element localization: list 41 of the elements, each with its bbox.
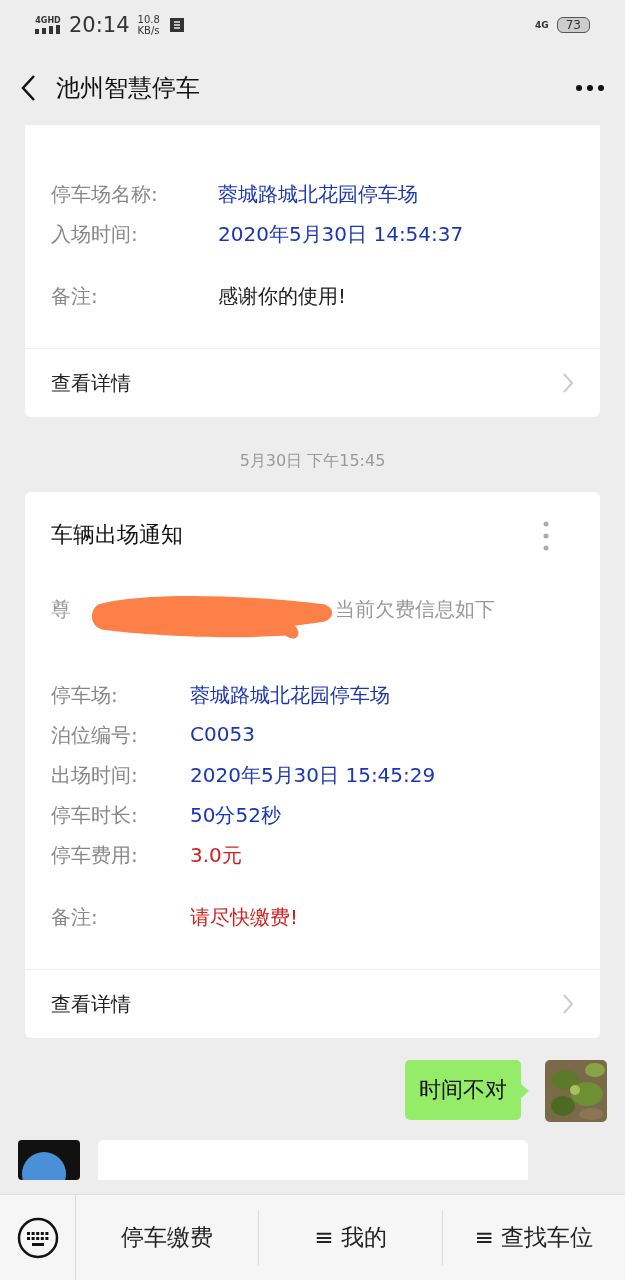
field-value: 2020年5月30日 14:54:37 [218, 221, 465, 248]
field-label: 停车时长: [51, 802, 139, 829]
signal-indicator: 4GHD [35, 16, 61, 34]
note-label: 备注: [51, 904, 99, 931]
details-link[interactable]: 查看详情 [25, 969, 600, 1038]
chevron-right-icon [562, 372, 574, 394]
bubble-tail [521, 1084, 529, 1098]
screenshot-icon [167, 16, 186, 34]
note-label: 备注: [51, 283, 99, 310]
network-type: 4G [535, 20, 549, 30]
menu-item[interactable]: ≡ 查找车位 [441, 1210, 625, 1265]
field-label: 泊位编号: [51, 722, 139, 749]
network-speed: 10.8 KB/s [137, 14, 160, 36]
field-value: C0053 [190, 722, 256, 748]
field-label: 停车费用: [51, 842, 139, 869]
field-label: 入场时间: [51, 221, 139, 248]
chevron-right-icon [562, 993, 574, 1015]
field-value: 蓉城路城北花园停车场 [190, 682, 391, 709]
intro-text: 当前欠费信息如下 [335, 596, 495, 623]
field-label: 停车场名称: [51, 181, 159, 208]
message-timestamp: 5月30日 下午15:45 [239, 451, 386, 472]
note-value: 感谢你的使用! [218, 283, 348, 310]
avatar-icon [18, 1140, 80, 1180]
battery-level: 73 [556, 17, 590, 33]
field-value: 2020年5月30日 15:45:29 [190, 762, 437, 789]
card-title: 车辆出场通知 [51, 521, 183, 549]
field-label: 出场时间: [51, 762, 139, 789]
back-icon[interactable] [20, 73, 36, 102]
field-label: 停车场: [51, 682, 119, 709]
field-value: 50分52秒 [190, 802, 282, 829]
clock-time: 20:14 [69, 13, 130, 37]
details-link[interactable]: 查看详情 [25, 348, 600, 417]
intro-text: 尊 [51, 596, 71, 623]
keyboard-icon [16, 1216, 59, 1259]
page-title: 池州智慧停车 [56, 72, 201, 104]
menu-item[interactable]: 停车缴费 [76, 1210, 259, 1265]
field-value: 蓉城路城北花园停车场 [218, 181, 419, 208]
menu-item[interactable]: ≡ 我的 [258, 1210, 442, 1265]
note-value: 请尽快缴费! [190, 904, 300, 931]
more-icon[interactable] [575, 83, 605, 92]
field-value: 3.0元 [190, 842, 243, 869]
